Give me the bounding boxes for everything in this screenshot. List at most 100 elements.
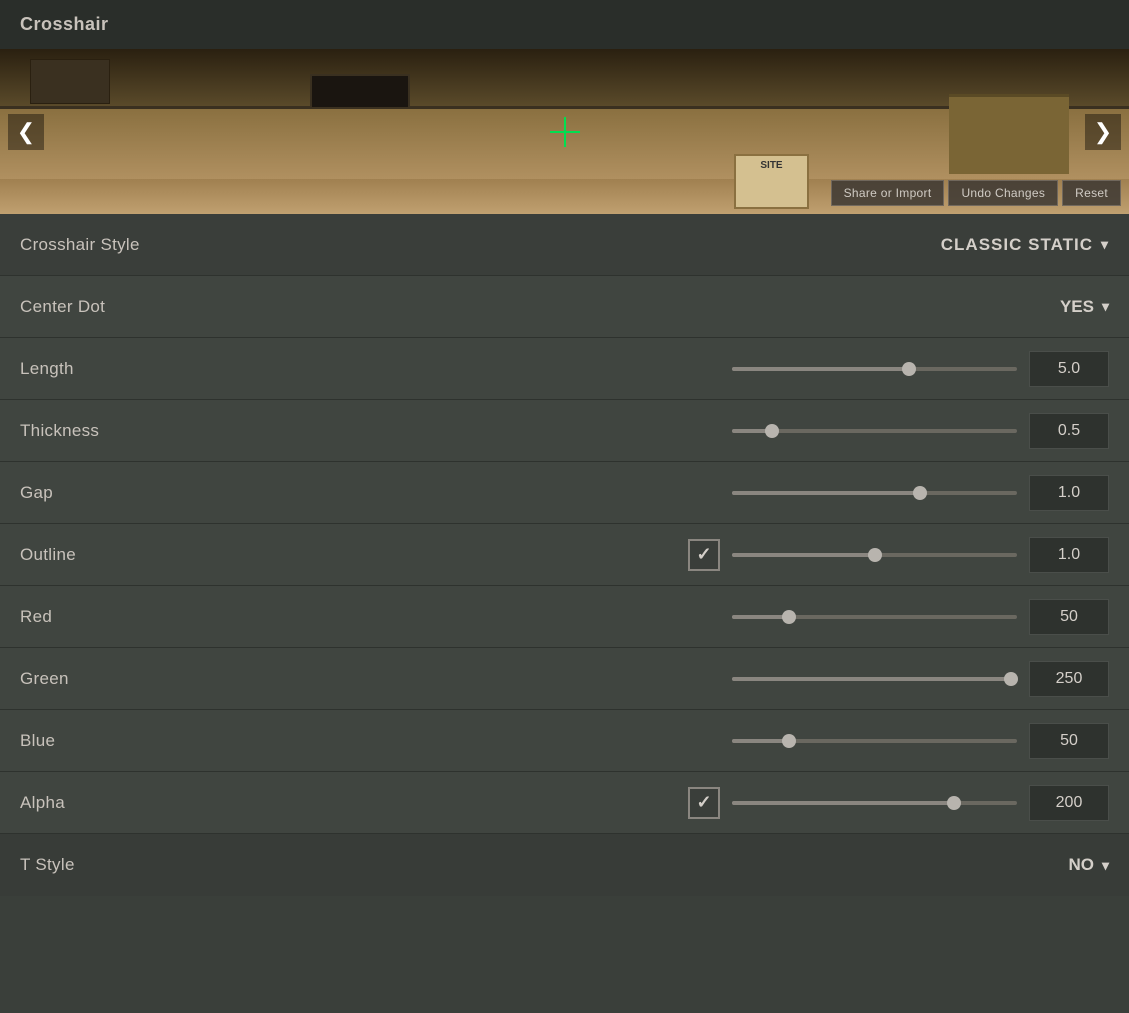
length-label: Length: [20, 359, 150, 379]
share-import-button[interactable]: Share or Import: [831, 180, 945, 206]
outline-controls: ✓: [688, 537, 1109, 573]
wall-detail-left: [30, 59, 110, 104]
next-map-button[interactable]: ❯: [1085, 114, 1121, 150]
outline-checkbox[interactable]: ✓: [688, 539, 720, 571]
t-style-label: T Style: [20, 855, 150, 875]
preview-area: SITE ❮ ❯ Share or Import Undo Changes: [0, 49, 1129, 214]
green-controls: [732, 661, 1109, 697]
red-row: Red: [0, 586, 1129, 648]
gap-slider-container[interactable]: [732, 483, 1017, 503]
thickness-label: Thickness: [20, 421, 150, 441]
wall-sign: SITE: [734, 154, 809, 209]
thickness-slider-thumb[interactable]: [765, 424, 779, 438]
undo-changes-button[interactable]: Undo Changes: [948, 180, 1058, 206]
crosshair-line-top: [564, 117, 566, 125]
crosshair-style-row: Crosshair Style CLASSIC STATIC ▾: [0, 214, 1129, 276]
wall-window: [310, 74, 410, 109]
crosshair-style-label: Crosshair Style: [20, 235, 150, 255]
crosshair-dot: [563, 130, 566, 133]
gap-row: Gap: [0, 462, 1129, 524]
length-controls: [732, 351, 1109, 387]
length-slider-fill: [732, 367, 909, 371]
crosshair-line-left: [550, 131, 558, 133]
blue-row: Blue: [0, 710, 1129, 772]
outline-row: Outline ✓: [0, 524, 1129, 586]
blue-slider-track: [732, 739, 1017, 743]
alpha-row: Alpha ✓: [0, 772, 1129, 834]
green-slider-fill: [732, 677, 1011, 681]
outline-check-symbol: ✓: [696, 544, 711, 565]
crosshair-style-chevron: ▾: [1101, 236, 1109, 253]
gap-label: Gap: [20, 483, 150, 503]
crosshair-style-value: CLASSIC STATIC: [941, 235, 1093, 255]
page-container: Crosshair SITE ❮ ❯: [0, 0, 1129, 896]
outline-slider-container[interactable]: [732, 545, 1017, 565]
crosshair-style-controls: CLASSIC STATIC ▾: [941, 235, 1109, 255]
alpha-controls: ✓: [688, 785, 1109, 821]
gap-slider-thumb[interactable]: [913, 486, 927, 500]
blue-slider-thumb[interactable]: [782, 734, 796, 748]
crosshair-line-bottom: [564, 139, 566, 147]
prev-map-button[interactable]: ❮: [8, 114, 44, 150]
outline-value-input[interactable]: [1029, 537, 1109, 573]
outline-slider-thumb[interactable]: [868, 548, 882, 562]
crosshair-line-right: [572, 131, 580, 133]
center-dot-label: Center Dot: [20, 297, 150, 317]
green-value-input[interactable]: [1029, 661, 1109, 697]
alpha-slider-thumb[interactable]: [947, 796, 961, 810]
action-buttons: Share or Import Undo Changes Reset: [831, 180, 1121, 206]
red-slider-fill: [732, 615, 789, 619]
red-label: Red: [20, 607, 150, 627]
crosshair-preview: [550, 117, 580, 147]
gap-slider-fill: [732, 491, 920, 495]
red-slider-container[interactable]: [732, 607, 1017, 627]
thickness-slider-container[interactable]: [732, 421, 1017, 441]
alpha-checkbox[interactable]: ✓: [688, 787, 720, 819]
alpha-value-input[interactable]: [1029, 785, 1109, 821]
length-slider-thumb[interactable]: [902, 362, 916, 376]
green-slider-container[interactable]: [732, 669, 1017, 689]
thickness-row: Thickness: [0, 400, 1129, 462]
t-style-row: T Style NO ▾: [0, 834, 1129, 896]
gap-slider-track: [732, 491, 1017, 495]
alpha-slider-track: [732, 801, 1017, 805]
wall-arch: [949, 94, 1069, 174]
outline-label: Outline: [20, 545, 150, 565]
outline-slider-track: [732, 553, 1017, 557]
center-dot-value: YES: [1060, 297, 1094, 317]
gap-controls: [732, 475, 1109, 511]
green-slider-thumb[interactable]: [1004, 672, 1018, 686]
green-label: Green: [20, 669, 150, 689]
reset-button[interactable]: Reset: [1062, 180, 1121, 206]
length-value-input[interactable]: [1029, 351, 1109, 387]
alpha-slider-container[interactable]: [732, 793, 1017, 813]
green-slider-track: [732, 677, 1017, 681]
blue-label: Blue: [20, 731, 150, 751]
settings-area: Crosshair Style CLASSIC STATIC ▾ Center …: [0, 214, 1129, 896]
crosshair-style-dropdown[interactable]: CLASSIC STATIC ▾: [941, 235, 1109, 255]
t-style-dropdown[interactable]: NO ▾: [1068, 855, 1109, 875]
red-controls: [732, 599, 1109, 635]
red-value-input[interactable]: [1029, 599, 1109, 635]
thickness-controls: [732, 413, 1109, 449]
t-style-value: NO: [1068, 855, 1094, 875]
length-slider-container[interactable]: [732, 359, 1017, 379]
title-bar: Crosshair: [0, 0, 1129, 49]
blue-value-input[interactable]: [1029, 723, 1109, 759]
blue-controls: [732, 723, 1109, 759]
t-style-controls: NO ▾: [1068, 855, 1109, 875]
blue-slider-container[interactable]: [732, 731, 1017, 751]
center-dot-row: Center Dot YES ▾: [0, 276, 1129, 338]
thickness-value-input[interactable]: [1029, 413, 1109, 449]
alpha-label: Alpha: [20, 793, 150, 813]
center-dot-chevron: ▾: [1102, 298, 1109, 315]
thickness-slider-track: [732, 429, 1017, 433]
red-slider-thumb[interactable]: [782, 610, 796, 624]
outline-slider-fill: [732, 553, 875, 557]
gap-value-input[interactable]: [1029, 475, 1109, 511]
t-style-chevron: ▾: [1102, 857, 1109, 874]
length-row: Length: [0, 338, 1129, 400]
center-dot-dropdown[interactable]: YES ▾: [1060, 297, 1109, 317]
center-dot-controls: YES ▾: [1060, 297, 1109, 317]
alpha-slider-fill: [732, 801, 954, 805]
